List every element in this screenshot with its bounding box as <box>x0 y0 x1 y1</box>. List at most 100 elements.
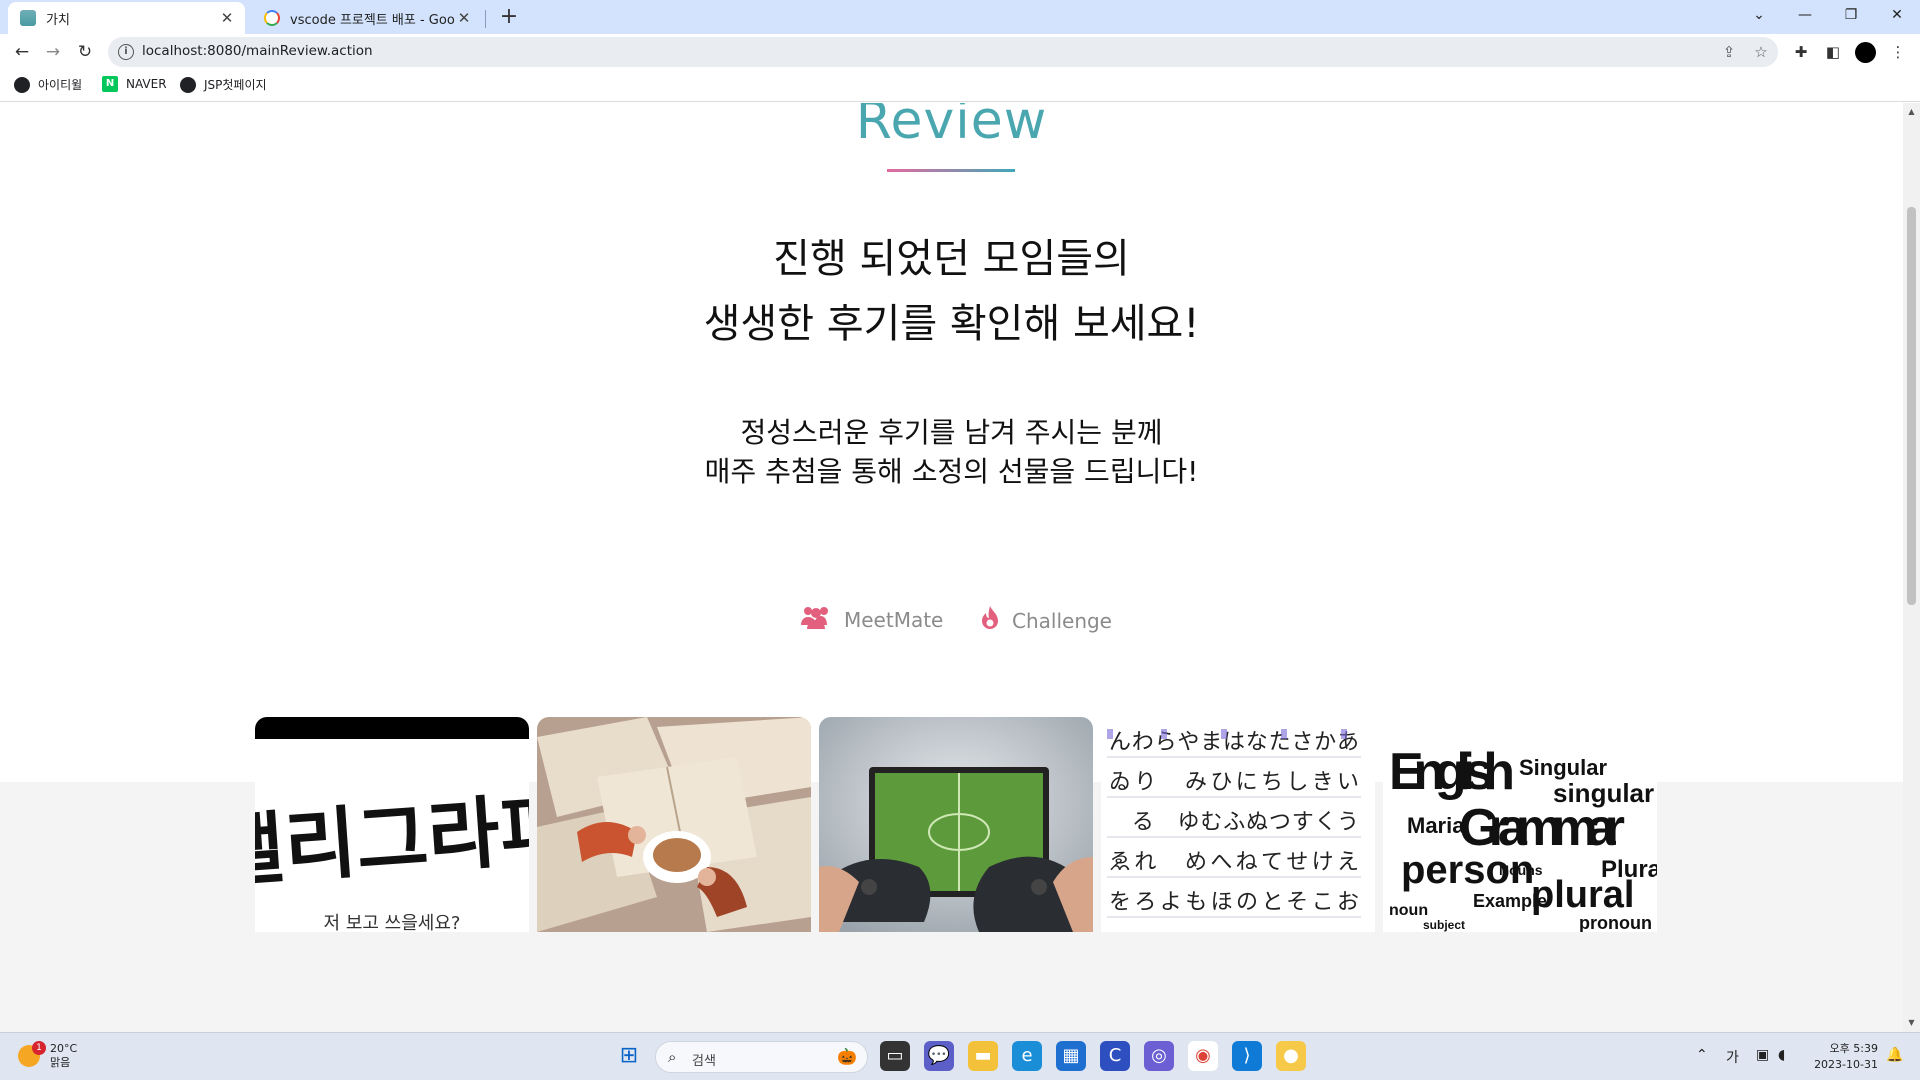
fire-icon <box>980 605 1000 637</box>
scroll-up-arrow-icon[interactable]: ▲ <box>1903 105 1920 119</box>
minimize-button[interactable]: — <box>1782 0 1828 30</box>
forward-arrow-icon[interactable]: → <box>41 40 65 64</box>
wordcloud-word: Nouns <box>1499 862 1543 878</box>
clock-time: 오후 5:39 <box>1829 1042 1878 1055</box>
system-clock[interactable]: 오후 5:39 2023-10-31 <box>1800 1041 1878 1073</box>
new-tab-button[interactable]: + <box>497 4 521 30</box>
naver-icon: N <box>102 76 118 92</box>
wordcloud-word: Singular <box>1519 755 1607 780</box>
windows-taskbar: 1 20°C 맑음 ⊞ ⌕ 검색 🎃 ▭ 💬 ▬ e ▦ C ◎ ◉ ⟩ ● ⌃… <box>0 1032 1920 1080</box>
tab-title: vscode 프로젝트 배포 - Google <box>290 12 454 28</box>
category-meetmate[interactable]: MeetMate <box>800 605 943 635</box>
taskbar-search[interactable]: ⌕ 검색 🎃 <box>655 1041 868 1073</box>
bookmark-naver[interactable]: N NAVER <box>102 76 167 92</box>
tab-close-icon[interactable]: ✕ <box>217 9 237 27</box>
bookmark-label: 아이티윌 <box>38 78 83 92</box>
address-bar[interactable]: i localhost:8080/mainReview.action ⇪ ☆ <box>108 37 1778 67</box>
start-windows-icon[interactable]: ⊞ <box>614 1041 644 1071</box>
chrome-icon[interactable]: ◉ <box>1188 1041 1218 1071</box>
network-icon[interactable]: ▣ <box>1756 1047 1769 1063</box>
sticky-app-icon[interactable]: ● <box>1276 1041 1306 1071</box>
tab-strip: 가치 ✕ vscode 프로젝트 배포 - Google ✕ + ⌄ — ❐ ✕ <box>0 0 1920 34</box>
hiragana-row-text: んわらやまはなたさかあ <box>1109 730 1359 755</box>
search-highlight-icon: 🎃 <box>837 1047 857 1066</box>
category-label: Challenge <box>1012 609 1112 633</box>
wordcloud-word: subject <box>1423 918 1465 932</box>
calligraphy-caption: 저 보고 쓰을세요? <box>324 913 461 932</box>
category-challenge[interactable]: Challenge <box>980 605 1112 637</box>
file-explorer-icon[interactable]: ▬ <box>968 1041 998 1071</box>
subtext-line-2: 매주 추첨을 통해 소정의 선물을 드립니다! <box>704 455 1199 488</box>
google-favicon-icon <box>264 10 280 26</box>
share-icon[interactable]: ⇪ <box>1719 42 1739 62</box>
teams-chat-icon[interactable]: 💬 <box>924 1041 954 1071</box>
extensions-icon[interactable]: ✚ <box>1791 42 1811 62</box>
app-c-icon[interactable]: C <box>1100 1041 1130 1071</box>
tab-active[interactable]: 가치 ✕ <box>8 2 245 34</box>
title-underline <box>887 169 1015 172</box>
side-panel-icon[interactable]: ◧ <box>1823 42 1843 62</box>
tab-close-icon[interactable]: ✕ <box>454 9 474 27</box>
gaming-image <box>819 717 1093 932</box>
review-card-english[interactable]: English Singular singular Grammar person… <box>1383 717 1657 932</box>
menu-kebab-icon[interactable]: ⋮ <box>1888 42 1908 62</box>
vscode-icon[interactable]: ⟩ <box>1232 1041 1262 1071</box>
weather-desc: 맑음 <box>50 1056 71 1069</box>
wordcloud-word: Maria <box>1407 813 1465 838</box>
calligraphy-image: 캘리그라피 저 보고 쓰을세요? <box>255 717 529 932</box>
wordcloud-word: pronoun <box>1579 913 1652 932</box>
site-favicon-icon <box>20 10 36 26</box>
reload-icon[interactable]: ↻ <box>73 40 97 64</box>
weather-badge: 1 <box>32 1041 46 1055</box>
task-view-icon[interactable]: ▭ <box>880 1041 910 1071</box>
tray-chevron-up-icon[interactable]: ⌃ <box>1696 1047 1708 1063</box>
search-icon: ⌕ <box>668 1048 677 1066</box>
tab-search-chevron-icon[interactable]: ⌄ <box>1736 0 1782 30</box>
tab-separator <box>485 10 486 28</box>
hiragana-chart-image: んわらやまはなたさかあ ゐり みひにちしきい る ゆむふぬつすくう ゑれ めへね… <box>1101 717 1375 932</box>
edge-browser-icon[interactable]: e <box>1012 1041 1042 1071</box>
url-text[interactable]: localhost:8080/mainReview.action <box>142 43 373 59</box>
restore-button[interactable]: ❐ <box>1828 0 1874 30</box>
globe-icon <box>14 76 30 93</box>
wordcloud-word: Plural <box>1601 856 1657 883</box>
close-window-button[interactable]: ✕ <box>1874 0 1920 30</box>
page-scrollbar[interactable]: ▲ ▼ <box>1903 103 1920 1032</box>
profile-avatar[interactable] <box>1855 42 1876 63</box>
english-wordcloud-image: English Singular singular Grammar person… <box>1383 717 1657 932</box>
store-icon[interactable]: ▦ <box>1056 1041 1086 1071</box>
bookmark-label: JSP첫페이지 <box>204 78 267 92</box>
section-title: Review <box>855 103 1048 151</box>
notification-bell-icon[interactable]: 🔔 <box>1886 1047 1903 1063</box>
bookmark-jsp[interactable]: JSP첫페이지 <box>180 76 267 93</box>
review-card-books[interactable] <box>537 717 811 932</box>
sun-icon: 1 <box>18 1041 46 1067</box>
wordcloud-word: noun <box>1389 902 1428 919</box>
headline-line-2: 생생한 후기를 확인해 보세요! <box>703 301 1200 347</box>
search-label: 검색 <box>692 1054 716 1069</box>
review-card-hiragana[interactable]: んわらやまはなたさかあ ゐり みひにちしきい る ゆむふぬつすくう ゑれ めへね… <box>1101 717 1375 932</box>
site-info-icon[interactable]: i <box>118 44 134 60</box>
svg-text:る ゆむふぬつすくう: る ゆむふぬつすくう <box>1109 810 1359 835</box>
back-arrow-icon[interactable]: ← <box>10 40 34 64</box>
books-coffee-image <box>537 717 811 932</box>
review-card-calligraphy[interactable]: 캘리그라피 저 보고 쓰을세요? <box>255 717 529 932</box>
wordcloud-word: Example <box>1473 891 1547 911</box>
review-card-gaming[interactable] <box>819 717 1093 932</box>
wordcloud-word: English <box>1389 743 1515 801</box>
globe-icon <box>180 76 196 93</box>
users-icon <box>800 605 832 635</box>
tab-inactive[interactable]: vscode 프로젝트 배포 - Google ✕ <box>252 2 482 34</box>
ime-indicator[interactable]: 가 <box>1726 1047 1739 1067</box>
bookmark-itwill[interactable]: 아이티윌 <box>14 76 82 93</box>
weather-widget[interactable]: 1 20°C 맑음 <box>18 1041 77 1070</box>
bookmarks-bar: 아이티윌 N NAVER JSP첫페이지 <box>0 70 1920 102</box>
category-label: MeetMate <box>844 608 944 632</box>
tab-title: 가치 <box>46 12 70 28</box>
scroll-thumb[interactable] <box>1907 207 1916 605</box>
volume-icon[interactable]: ◖ <box>1778 1047 1785 1063</box>
scroll-down-arrow-icon[interactable]: ▼ <box>1903 1016 1920 1030</box>
bookmark-star-icon[interactable]: ☆ <box>1751 42 1771 62</box>
headline-line-1: 진행 되었던 모임들의 <box>773 236 1130 282</box>
app-circle-icon[interactable]: ◎ <box>1144 1041 1174 1071</box>
